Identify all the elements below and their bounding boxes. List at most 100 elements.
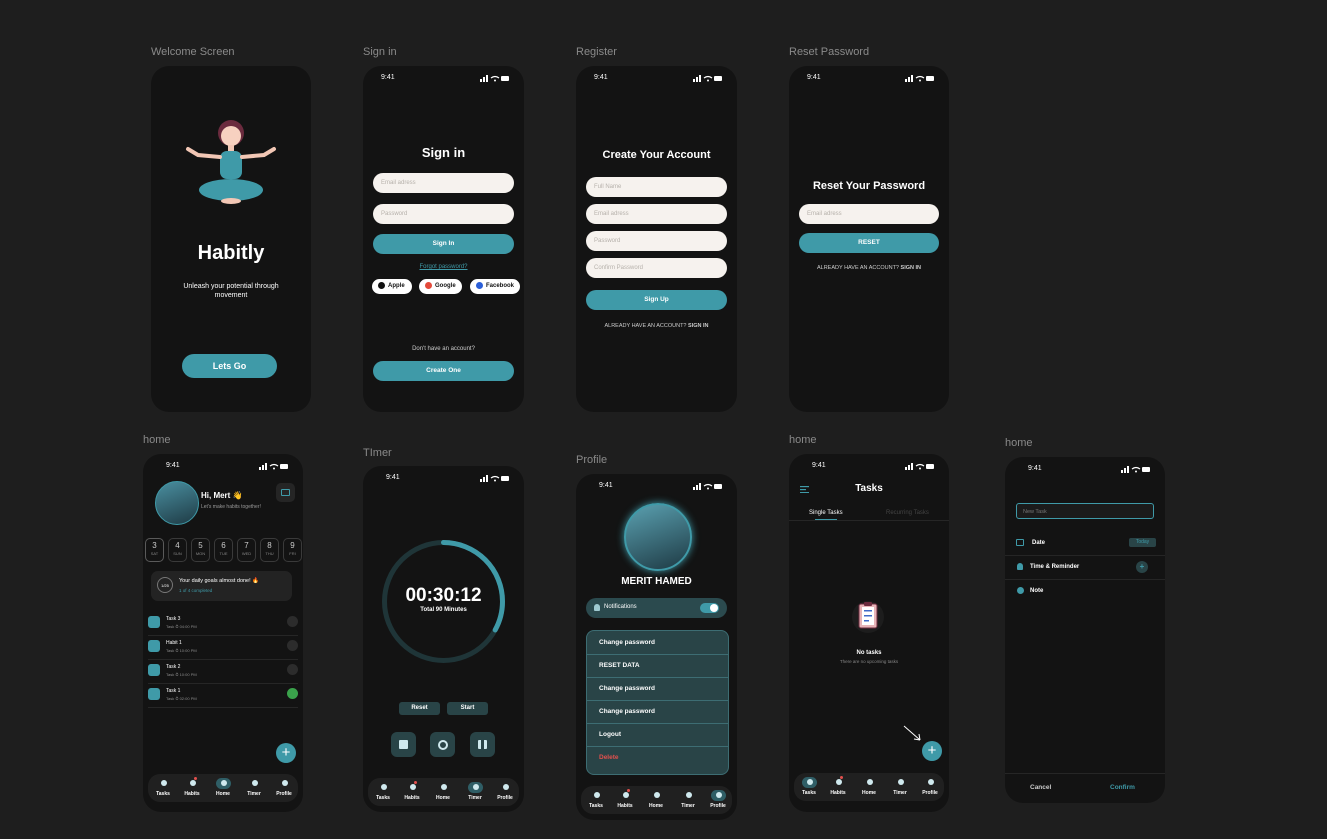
task-name: Task 2 [166,664,181,670]
apple-button[interactable]: Apple [372,279,412,294]
tab-single-tasks[interactable]: Single Tasks [809,510,843,516]
day-number: 5 [198,541,203,550]
nav-habits[interactable]: Habits [399,781,425,801]
nav-tasks[interactable]: Tasks [370,782,396,801]
notifications-switch[interactable] [700,603,719,613]
nav-label: Home [862,790,876,796]
nav-profile[interactable]: Profile [917,777,943,796]
goal-card[interactable]: 1/25 Your daily goals almost done! 🔥 1 o… [151,571,292,601]
delete-item[interactable]: Delete [587,746,728,769]
profile-avatar[interactable] [624,503,692,571]
nav-home[interactable]: Home [210,778,236,797]
task-row[interactable]: Task 3 Task ⏱ 04:00 PM [148,613,298,636]
start-button[interactable]: Start [447,702,488,715]
task-checkbox[interactable] [287,640,298,651]
nav-habits[interactable]: Habits [825,776,851,796]
signup-button[interactable]: Sign Up [586,290,727,310]
nav-label: Home [436,795,450,801]
day-item[interactable]: 7 WED [237,538,256,562]
password-field[interactable]: Password [373,204,514,224]
change-password-item[interactable]: Change password [587,700,728,724]
nav-timer[interactable]: Timer [462,782,488,801]
nav-timer[interactable]: Timer [887,777,913,796]
stop-button[interactable] [391,732,416,757]
day-item[interactable]: 6 TUE [214,538,233,562]
nav-profile[interactable]: Profile [492,782,518,801]
have-account-text: ALREADY HAVE AN ACCOUNT? [816,265,899,271]
confirm-password-field[interactable]: Confirm Password [586,258,727,278]
google-icon [425,281,432,289]
day-item[interactable]: 4 SUN [168,538,187,562]
nav-home[interactable]: Home [856,777,882,796]
task-checkbox[interactable] [287,664,298,675]
lets-go-button[interactable]: Lets Go [182,354,277,378]
today-chip[interactable]: Today [1129,538,1156,547]
task-row[interactable]: Task 1 Task ⏱ 02:00 PM [148,685,298,708]
date-row[interactable]: Date Today [1005,531,1165,556]
fullname-field[interactable]: Full Name [586,177,727,197]
create-one-button[interactable]: Create One [373,361,514,381]
facebook-icon [476,281,483,289]
forgot-password-link[interactable]: Forgot password? [363,264,524,270]
signin-link[interactable]: SIGN IN [901,265,921,271]
signin-link[interactable]: SIGN IN [688,323,708,329]
reset-data-item[interactable]: RESET DATA [587,654,728,678]
nav-home[interactable]: Home [643,790,669,809]
day-item[interactable]: 3 SAT [145,538,164,562]
day-item[interactable]: 9 FRI [283,538,302,562]
status-icons [259,463,288,470]
logout-item[interactable]: Logout [587,723,728,747]
nav-tasks[interactable]: Tasks [150,778,176,797]
email-field[interactable]: Email adress [799,204,939,224]
day-item[interactable]: 5 MON [191,538,210,562]
timer-icon [681,790,696,801]
email-field[interactable]: Email adress [373,173,514,193]
add-task-button[interactable]: + [922,741,942,761]
nav-home[interactable]: Home [430,782,456,801]
tab-recurring-tasks[interactable]: Recurring Tasks [886,510,929,516]
confirm-button[interactable]: Confirm [1110,784,1135,791]
nav-label: Home [216,791,230,797]
cancel-button[interactable]: Cancel [1030,784,1051,791]
day-item[interactable]: 8 THU [260,538,279,562]
facebook-button[interactable]: Facebook [470,279,520,294]
nav-habits[interactable]: Habits [612,789,638,809]
task-row[interactable]: Task 2 Task ⏱ 10:00 PM [148,661,298,684]
reset-button[interactable]: RESET [799,233,939,253]
change-password-item[interactable]: Change password [587,677,728,701]
add-task-button[interactable]: + [276,743,296,763]
nav-label: Timer [468,795,482,801]
day-number: 8 [267,541,272,550]
nav-profile[interactable]: Profile [271,778,297,797]
notifications-toggle-row[interactable]: Notifications [586,598,727,618]
avatar[interactable] [155,481,199,525]
tasks-icon [376,782,391,793]
time-reminder-row[interactable]: Time & Reminder + [1005,555,1165,580]
signin-button[interactable]: Sign In [373,234,514,254]
reset-button[interactable]: Reset [399,702,440,715]
nav-habits[interactable]: Habits [179,777,205,797]
add-reminder-icon[interactable]: + [1136,561,1148,573]
nav-profile[interactable]: Profile [705,790,731,809]
status-time: 9:41 [807,74,821,81]
nav-label: Timer [247,791,261,797]
change-password-item[interactable]: Change password [587,631,728,655]
nav-tasks[interactable]: Tasks [796,777,822,796]
task-checkbox[interactable] [287,616,298,627]
status-icons [480,75,509,82]
task-time: 10:00 PM [179,648,197,653]
task-checkbox-checked[interactable] [287,688,298,699]
pause-button[interactable] [470,732,495,757]
password-field[interactable]: Password [586,231,727,251]
restart-button[interactable] [430,732,455,757]
email-field[interactable]: Email adress [586,204,727,224]
nav-tasks[interactable]: Tasks [583,790,609,809]
new-task-input[interactable]: New Task [1016,503,1154,519]
nav-timer[interactable]: Timer [675,790,701,809]
google-button[interactable]: Google [419,279,462,294]
note-row[interactable]: Note [1005,579,1165,603]
task-icon [148,616,160,628]
calendar-button[interactable] [276,483,295,502]
task-row[interactable]: Habit 1 Task ⏱ 10:00 PM [148,637,298,660]
nav-timer[interactable]: Timer [241,778,267,797]
